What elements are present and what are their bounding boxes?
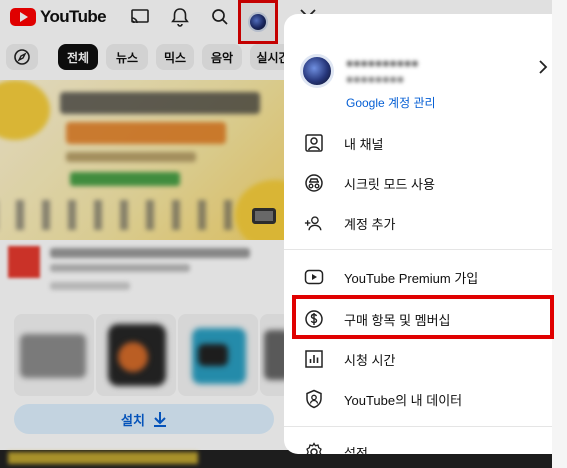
menu-label: 설정 (344, 445, 368, 455)
menu-item-youtube-premium[interactable]: YouTube Premium 가입 (284, 257, 552, 297)
add-person-icon (304, 213, 324, 233)
menu-divider (284, 426, 552, 427)
menu-label: 내 채널 (344, 136, 384, 152)
panel-edge (552, 0, 567, 468)
chevron-right-icon[interactable] (538, 60, 548, 74)
menu-label: 시크릿 모드 사용 (344, 176, 435, 192)
gear-icon (304, 442, 324, 454)
annotation-highlight-purchases (292, 295, 554, 339)
person-box-icon (304, 133, 324, 153)
incognito-icon (304, 173, 324, 193)
shield-person-icon (304, 389, 324, 409)
bar-chart-icon (304, 349, 324, 369)
menu-label: 계정 추가 (344, 216, 396, 232)
menu-label: YouTube Premium 가입 (344, 270, 479, 286)
account-avatar (300, 54, 334, 88)
menu-item-watch-time[interactable]: 시청 시간 (284, 339, 552, 379)
menu-divider (284, 249, 552, 250)
account-menu-panel: ●●●●●●●●●● ●●●●●●●● Google 계정 관리 내 채널 시크… (284, 14, 552, 454)
manage-google-account-link[interactable]: Google 계정 관리 (346, 94, 436, 111)
menu-label: 시청 시간 (344, 352, 396, 368)
menu-item-settings[interactable]: 설정 (284, 432, 552, 454)
account-header[interactable]: ●●●●●●●●●● ●●●●●●●● Google 계정 관리 (300, 54, 540, 124)
menu-item-incognito[interactable]: 시크릿 모드 사용 (284, 163, 552, 203)
menu-item-your-channel[interactable]: 내 채널 (284, 123, 552, 163)
youtube-icon (304, 267, 324, 287)
account-handle-redacted: ●●●●●●●● (346, 72, 404, 86)
menu-label: YouTube의 내 데이터 (344, 392, 463, 408)
account-name-redacted: ●●●●●●●●●● (346, 56, 419, 70)
menu-item-your-data[interactable]: YouTube의 내 데이터 (284, 379, 552, 419)
menu-item-add-account[interactable]: 계정 추가 (284, 203, 552, 243)
